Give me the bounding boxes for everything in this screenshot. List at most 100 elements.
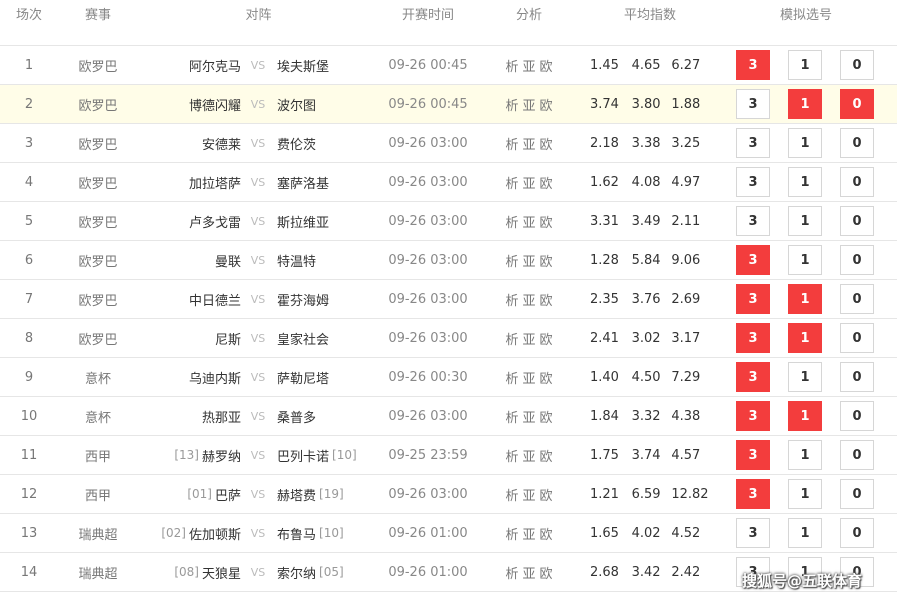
asian-odds-link[interactable]: 亚 bbox=[522, 212, 535, 231]
euro-odds-link[interactable]: 欧 bbox=[540, 485, 553, 504]
analysis-links: 析亚欧 bbox=[494, 241, 564, 279]
pick-home-win-button[interactable]: 3 bbox=[736, 518, 770, 548]
vs-label: VS bbox=[250, 331, 266, 345]
pick-away-win-button[interactable]: 0 bbox=[840, 167, 874, 197]
analysis-link[interactable]: 析 bbox=[505, 212, 518, 231]
pick-draw-button[interactable]: 1 bbox=[788, 50, 822, 80]
euro-odds-link[interactable]: 欧 bbox=[540, 290, 553, 309]
pick-draw-button[interactable]: 1 bbox=[788, 245, 822, 275]
table-body: 1 欧罗巴 阿尔克马 VS 埃夫斯堡 09-26 00:45 析亚欧 1.45 4.65 6.27… bbox=[0, 46, 897, 592]
pick-away-win-button[interactable]: 0 bbox=[840, 440, 874, 470]
asian-odds-link[interactable]: 亚 bbox=[522, 563, 535, 582]
analysis-link[interactable]: 析 bbox=[505, 563, 518, 582]
asian-odds-link[interactable]: 亚 bbox=[522, 368, 535, 387]
asian-odds-link[interactable]: 亚 bbox=[522, 290, 535, 309]
euro-odds-link[interactable]: 欧 bbox=[540, 446, 553, 465]
pick-draw-button[interactable]: 1 bbox=[788, 479, 822, 509]
pick-draw-button[interactable]: 1 bbox=[788, 323, 822, 353]
euro-odds-link[interactable]: 欧 bbox=[540, 95, 553, 114]
asian-odds-link[interactable]: 亚 bbox=[522, 95, 535, 114]
pick-away-win-button[interactable]: 0 bbox=[840, 50, 874, 80]
pick-draw-button[interactable]: 1 bbox=[788, 401, 822, 431]
euro-odds-link[interactable]: 欧 bbox=[540, 563, 553, 582]
euro-odds-link[interactable]: 欧 bbox=[540, 173, 553, 192]
pick-draw-button[interactable]: 1 bbox=[788, 128, 822, 158]
away-team: 埃夫斯堡 bbox=[277, 46, 377, 84]
vs-label: VS bbox=[250, 97, 266, 111]
competition-name: 欧罗巴 bbox=[78, 137, 118, 153]
pick-home-win-button[interactable]: 3 bbox=[736, 50, 770, 80]
pick-away-win-button[interactable]: 0 bbox=[840, 323, 874, 353]
pick-draw-button[interactable]: 1 bbox=[788, 206, 822, 236]
euro-odds-link[interactable]: 欧 bbox=[540, 251, 553, 270]
match-number: 11 bbox=[20, 447, 38, 463]
euro-odds-link[interactable]: 欧 bbox=[540, 134, 553, 153]
asian-odds-link[interactable]: 亚 bbox=[522, 251, 535, 270]
analysis-link[interactable]: 析 bbox=[505, 407, 518, 426]
asian-odds-link[interactable]: 亚 bbox=[522, 329, 535, 348]
asian-odds-link[interactable]: 亚 bbox=[522, 485, 535, 504]
analysis-link[interactable]: 析 bbox=[505, 56, 518, 75]
analysis-link[interactable]: 析 bbox=[505, 446, 518, 465]
analysis-link[interactable]: 析 bbox=[505, 134, 518, 153]
pick-home-win-button[interactable]: 3 bbox=[736, 89, 770, 119]
asian-odds-link[interactable]: 亚 bbox=[522, 134, 535, 153]
pick-away-win-button[interactable]: 0 bbox=[840, 245, 874, 275]
analysis-links: 析亚欧 bbox=[494, 358, 564, 396]
analysis-link[interactable]: 析 bbox=[505, 329, 518, 348]
pick-home-win-button[interactable]: 3 bbox=[736, 284, 770, 314]
match-number: 7 bbox=[24, 291, 34, 307]
away-team-name: 斯拉维亚 bbox=[277, 215, 330, 231]
analysis-link[interactable]: 析 bbox=[505, 173, 518, 192]
analysis-link[interactable]: 析 bbox=[505, 251, 518, 270]
pick-home-win-button[interactable]: 3 bbox=[736, 167, 770, 197]
pick-draw-button[interactable]: 1 bbox=[788, 440, 822, 470]
away-team: 费伦茨 bbox=[277, 124, 377, 162]
pick-draw-button[interactable]: 1 bbox=[788, 167, 822, 197]
euro-odds-link[interactable]: 欧 bbox=[540, 212, 553, 231]
asian-odds-link[interactable]: 亚 bbox=[522, 56, 535, 75]
pick-away-win-button[interactable]: 0 bbox=[840, 479, 874, 509]
home-team-name: 巴萨 bbox=[214, 488, 241, 504]
analysis-link[interactable]: 析 bbox=[505, 485, 518, 504]
average-odds: 2.18 3.38 3.25 bbox=[590, 124, 710, 162]
pick-away-win-button[interactable]: 0 bbox=[840, 518, 874, 548]
pick-home-win-button[interactable]: 3 bbox=[736, 245, 770, 275]
pick-away-win-button[interactable]: 0 bbox=[840, 284, 874, 314]
pick-home-win-button[interactable]: 3 bbox=[736, 362, 770, 392]
kickoff-time: 09-26 03:00 bbox=[388, 213, 468, 229]
pick-home-win-button[interactable]: 3 bbox=[736, 479, 770, 509]
asian-odds-link[interactable]: 亚 bbox=[522, 446, 535, 465]
pick-away-win-button[interactable]: 0 bbox=[840, 128, 874, 158]
pick-home-win-button[interactable]: 3 bbox=[736, 206, 770, 236]
analysis-link[interactable]: 析 bbox=[505, 368, 518, 387]
pick-away-win-button[interactable]: 0 bbox=[840, 89, 874, 119]
pick-home-win-button[interactable]: 3 bbox=[736, 323, 770, 353]
euro-odds-link[interactable]: 欧 bbox=[540, 407, 553, 426]
euro-odds-link[interactable]: 欧 bbox=[540, 368, 553, 387]
home-team: [01] 巴萨 bbox=[140, 475, 241, 513]
away-team-name: 皇家社会 bbox=[277, 332, 330, 348]
odds-away: 3.25 bbox=[671, 135, 701, 151]
analysis-link[interactable]: 析 bbox=[505, 290, 518, 309]
euro-odds-link[interactable]: 欧 bbox=[540, 524, 553, 543]
asian-odds-link[interactable]: 亚 bbox=[522, 524, 535, 543]
pick-away-win-button[interactable]: 0 bbox=[840, 401, 874, 431]
analysis-link[interactable]: 析 bbox=[505, 524, 518, 543]
pick-away-win-button[interactable]: 0 bbox=[840, 206, 874, 236]
pick-draw-button[interactable]: 1 bbox=[788, 362, 822, 392]
asian-odds-link[interactable]: 亚 bbox=[522, 173, 535, 192]
pick-draw-button[interactable]: 1 bbox=[788, 284, 822, 314]
pick-home-win-button[interactable]: 3 bbox=[736, 440, 770, 470]
analysis-link[interactable]: 析 bbox=[505, 95, 518, 114]
asian-odds-link[interactable]: 亚 bbox=[522, 407, 535, 426]
pick-draw-button[interactable]: 1 bbox=[788, 89, 822, 119]
pick-draw-button[interactable]: 1 bbox=[788, 518, 822, 548]
match-number: 12 bbox=[20, 486, 38, 502]
euro-odds-link[interactable]: 欧 bbox=[540, 329, 553, 348]
pick-home-win-button[interactable]: 3 bbox=[736, 401, 770, 431]
pick-home-win-button[interactable]: 3 bbox=[736, 128, 770, 158]
odds-home: 1.40 bbox=[590, 369, 619, 385]
pick-away-win-button[interactable]: 0 bbox=[840, 362, 874, 392]
euro-odds-link[interactable]: 欧 bbox=[540, 56, 553, 75]
